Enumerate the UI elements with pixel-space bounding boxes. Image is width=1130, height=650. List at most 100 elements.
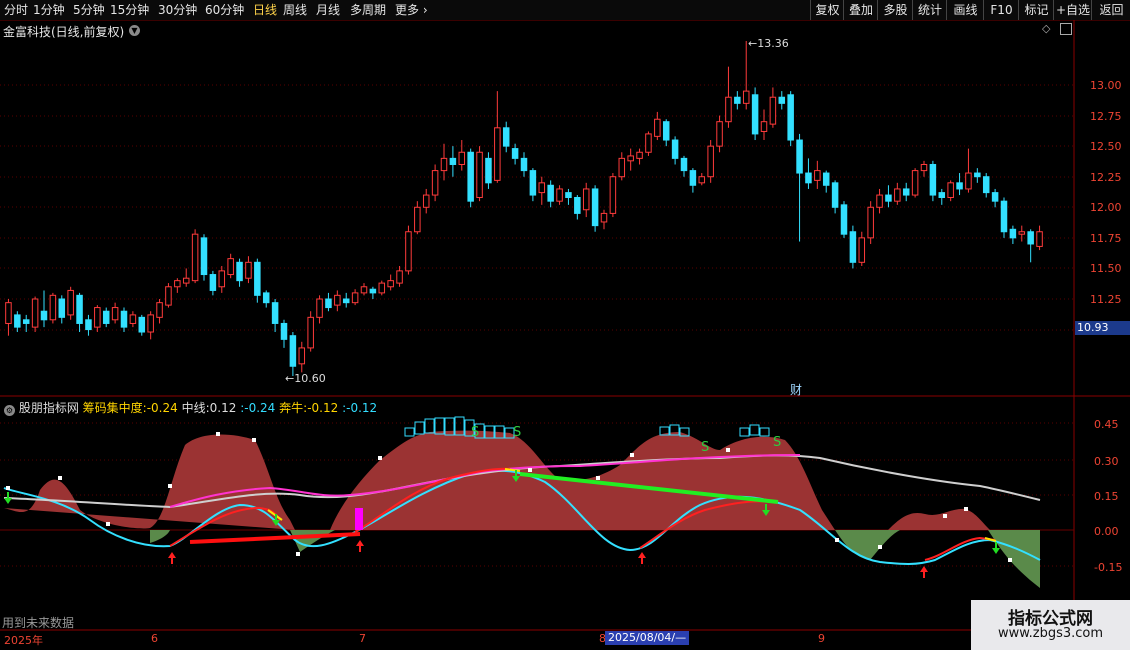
marker-dot: [630, 453, 634, 457]
high-price-value: 13.36: [757, 37, 789, 50]
buy-arrow-icon: [168, 552, 176, 564]
candle-body: [298, 347, 306, 365]
candle-body: [174, 280, 181, 288]
indicator-header: ⚙ 股朋指标网 筹码集中度:-0.24 中线:0.12 :-0.24 奔牛:-0…: [4, 399, 377, 416]
candle-body: [209, 274, 217, 291]
buy-arrow-icon: [920, 566, 928, 578]
indicator-area-down: [988, 530, 1040, 588]
y-tick-label: 12.00: [1090, 201, 1122, 214]
candle-body: [645, 133, 652, 153]
y-tick-label: 11.75: [1090, 232, 1122, 245]
candle-body: [236, 261, 243, 282]
candle-body: [218, 270, 226, 288]
y-tick: 12.50: [1074, 139, 1130, 153]
y-tick: 12.00: [1074, 200, 1130, 214]
candle-body: [680, 157, 688, 172]
candle-body: [147, 314, 154, 333]
marker-dot: [296, 552, 300, 556]
candle-body: [467, 151, 474, 202]
indicator-area-up: [4, 434, 295, 530]
marker-dot: [835, 538, 839, 542]
candle-body: [831, 182, 839, 208]
legend-value: -0.24: [146, 401, 178, 415]
distribution-bar: [424, 418, 435, 434]
candle-body: [94, 307, 101, 328]
finance-event-marker[interactable]: 财: [790, 381, 802, 398]
candle-body: [698, 176, 706, 184]
candle-body: [1036, 231, 1043, 247]
candle-body: [316, 298, 323, 318]
candle-body: [725, 96, 732, 123]
candle-body: [511, 148, 519, 159]
buy-arrow-icon: [356, 540, 364, 552]
gear-icon[interactable]: ⚙: [4, 405, 15, 416]
candle-body: [796, 139, 803, 174]
y-tick: 12.25: [1074, 170, 1130, 184]
legend-value: 0.12: [209, 401, 237, 415]
sell-marker: S: [773, 435, 782, 450]
indicator-area-up: [888, 508, 990, 530]
candle-body: [138, 316, 146, 333]
y-tick: 13.00: [1074, 78, 1130, 92]
candle-body: [582, 188, 590, 211]
candle-body: [1009, 228, 1017, 239]
watermark-url: www.zbgs3.com: [997, 626, 1104, 641]
indicator-area-down: [150, 530, 170, 543]
candle-body: [85, 319, 92, 331]
candle-body: [849, 231, 857, 263]
candle-body: [965, 172, 972, 190]
y-tick-label: 11.50: [1090, 262, 1122, 275]
candle-body: [1027, 231, 1034, 245]
candle-body: [742, 90, 750, 104]
candle-body: [191, 233, 199, 282]
low-price-label: ←10.60: [285, 372, 326, 385]
marker-dot: [878, 545, 882, 549]
volume-stick: [355, 508, 363, 530]
candle-body: [307, 316, 314, 349]
y-tick: 0.45: [1074, 417, 1130, 431]
y-tick-label: 13.00: [1090, 79, 1122, 92]
candle-body: [334, 294, 341, 306]
x-axis-label: 6: [151, 632, 158, 645]
candle-body: [254, 261, 261, 296]
marker-dot: [596, 476, 600, 480]
candle-body: [858, 237, 866, 263]
marker-dot: [943, 514, 947, 518]
candle-body: [102, 310, 110, 324]
marker-dot: [106, 522, 110, 526]
candle-body: [662, 121, 670, 141]
distribution-bar: [749, 424, 760, 436]
marker-dot: [168, 484, 172, 488]
y-tick-label: -0.15: [1094, 561, 1123, 574]
candle-body: [956, 182, 963, 190]
y-tick-label: 12.50: [1090, 140, 1122, 153]
candle-body: [814, 170, 821, 181]
distribution-bar: [739, 427, 750, 437]
candle-body: [396, 270, 403, 284]
candle-body: [547, 184, 554, 202]
x-axis-label: 7: [359, 632, 366, 645]
candle-body: [591, 188, 599, 227]
candle-body: [262, 292, 270, 304]
candle-body: [280, 322, 288, 340]
candle-body: [769, 96, 777, 125]
distribution-bar: [404, 427, 415, 437]
y-tick-label: 0.00: [1094, 525, 1119, 538]
future-data-warning: 用到未来数据: [2, 616, 75, 630]
candle-body: [636, 151, 643, 159]
candle-body: [938, 192, 946, 199]
candle-body: [911, 170, 919, 196]
candle-body: [271, 302, 279, 324]
y-tick-label: 0.30: [1094, 455, 1119, 468]
marker-dot: [528, 468, 532, 472]
candle-body: [920, 163, 928, 172]
y-tick-label: 11.25: [1090, 293, 1122, 306]
watermark: 指标公式网 www.zbgs3.com: [971, 600, 1130, 650]
sell-marker: S: [513, 425, 522, 440]
candle-body: [431, 170, 439, 196]
candle-body: [1000, 200, 1008, 233]
candle-body: [805, 172, 812, 184]
candle-body: [778, 96, 786, 104]
candle-body: [867, 206, 874, 239]
marker-dot: [252, 438, 256, 442]
